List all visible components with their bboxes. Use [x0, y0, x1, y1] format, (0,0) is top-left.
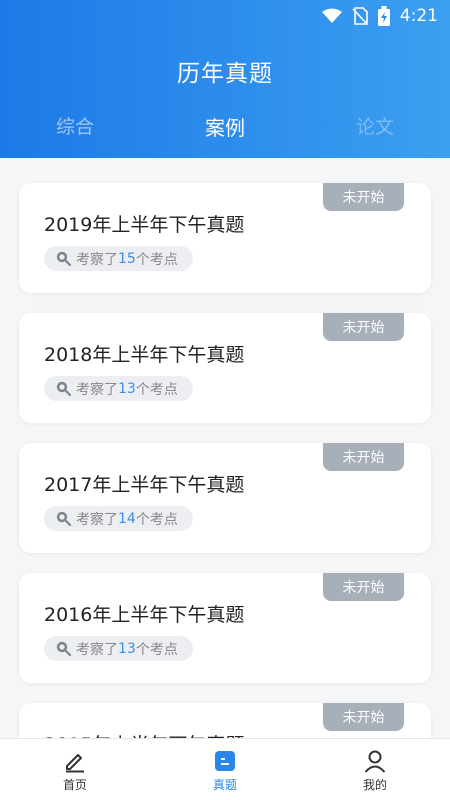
- topic-count-pill: 考察了 13 个考点: [44, 636, 193, 661]
- status-badge: 未开始: [323, 313, 404, 341]
- pill-prefix: 考察了: [76, 641, 118, 658]
- exam-card[interactable]: 未开始 2017年上半年下午真题 考察了 14 个考点: [19, 443, 431, 553]
- tab-essay[interactable]: 论文: [300, 112, 450, 141]
- topic-count-pill: 考察了 14 个考点: [44, 506, 193, 531]
- tabbar-label: 真题: [212, 778, 237, 792]
- search-icon: [56, 381, 71, 396]
- tab-case[interactable]: 案例: [150, 112, 300, 141]
- pill-suffix: 个考点: [135, 251, 178, 268]
- status-badge: 未开始: [323, 443, 404, 471]
- status-badge: 未开始: [323, 573, 404, 601]
- topic-count-pill: 考察了 13 个考点: [44, 376, 193, 401]
- exam-title: 2018年上半年下午真题: [44, 344, 245, 366]
- no-sim-icon: [352, 7, 368, 25]
- exam-title: 2019年上半年下午真题: [44, 214, 245, 236]
- document-icon: [214, 748, 236, 774]
- topic-count: 13: [118, 380, 136, 397]
- tabbar-label: 我的: [362, 778, 387, 792]
- user-icon: [363, 748, 387, 774]
- exam-title: 2016年上半年下午真题: [44, 604, 245, 626]
- topic-count: 13: [118, 640, 136, 657]
- pill-suffix: 个考点: [135, 511, 178, 528]
- search-icon: [56, 641, 71, 656]
- tabbar-item-profile[interactable]: 我的: [300, 739, 450, 800]
- topic-count-pill: 考察了 15 个考点: [44, 246, 193, 271]
- tabbar-item-home[interactable]: 首页: [0, 739, 150, 800]
- pill-suffix: 个考点: [135, 381, 178, 398]
- exam-card[interactable]: 未开始 2019年上半年下午真题 考察了 15 个考点: [19, 183, 431, 293]
- bottom-tab-bar: 首页 真题 我的: [0, 738, 450, 800]
- status-time: 4:21: [399, 6, 438, 26]
- status-badge: 未开始: [323, 703, 404, 731]
- status-badge: 未开始: [323, 183, 404, 211]
- exam-card[interactable]: 未开始 2016年上半年下午真题 考察了 13 个考点: [19, 573, 431, 683]
- exam-title: 2017年上半年下午真题: [44, 474, 245, 496]
- search-icon: [56, 511, 71, 526]
- pill-prefix: 考察了: [76, 251, 118, 268]
- page-title: 历年真题: [177, 61, 273, 87]
- tabbar-label: 首页: [62, 778, 87, 792]
- pill-suffix: 个考点: [135, 641, 178, 658]
- search-icon: [56, 251, 71, 266]
- wifi-icon: [321, 8, 342, 24]
- topic-count: 15: [118, 250, 136, 267]
- pill-prefix: 考察了: [76, 381, 118, 398]
- tabbar-item-exams[interactable]: 真题: [150, 739, 300, 800]
- tab-general[interactable]: 综合: [0, 112, 150, 141]
- category-tabs: 综合 案例 论文: [0, 112, 450, 141]
- status-bar: 4:21: [0, 0, 450, 32]
- pill-prefix: 考察了: [76, 511, 118, 528]
- exam-card[interactable]: 未开始 2018年上半年下午真题 考察了 13 个考点: [19, 313, 431, 423]
- battery-charging-icon: [377, 6, 390, 26]
- header: 4:21 历年真题 综合 案例 论文: [0, 0, 450, 158]
- topic-count: 14: [118, 510, 136, 527]
- edit-icon: [63, 748, 87, 774]
- exam-list: 未开始 2019年上半年下午真题 考察了 15 个考点 未开始 2018年上半年…: [19, 183, 431, 800]
